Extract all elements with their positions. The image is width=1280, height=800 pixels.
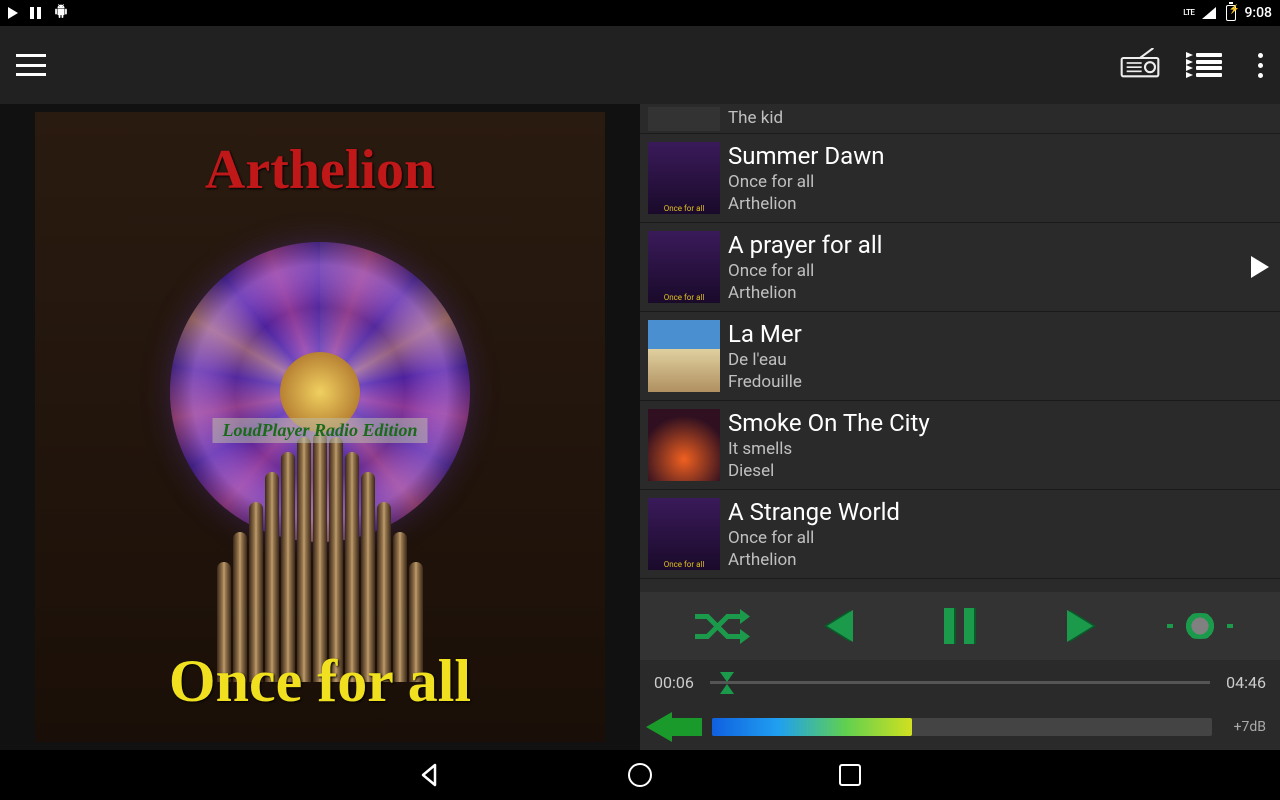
playlist-icon[interactable]: [1188, 53, 1222, 77]
signal-icon: [1202, 7, 1218, 19]
track-title: A prayer for all: [728, 231, 1240, 259]
play-notification-icon: [8, 7, 18, 19]
seek-thumb-icon[interactable]: [720, 672, 734, 694]
track-thumbnail: [648, 409, 720, 481]
playback-controls: [640, 592, 1280, 660]
track-row[interactable]: A prayer for allOnce for allArthelion: [640, 223, 1280, 312]
album-artist-overlay: Arthelion: [35, 138, 605, 202]
track-artist: Arthelion: [728, 283, 1240, 303]
track-album: It smells: [728, 439, 1240, 459]
android-debug-icon: [53, 4, 69, 22]
play-icon: [1251, 256, 1269, 278]
track-title: La Mer: [728, 320, 1240, 348]
nav-home-button[interactable]: [625, 760, 655, 790]
volume-decrease-icon[interactable]: [646, 712, 702, 742]
overflow-menu-icon[interactable]: [1250, 53, 1270, 78]
track-row[interactable]: Summer DawnOnce for allArthelion: [640, 134, 1280, 223]
track-artist: Fredouille: [728, 372, 1240, 392]
volume-fill: [712, 718, 912, 736]
app-toolbar: [0, 26, 1280, 104]
track-thumbnail: [648, 231, 720, 303]
total-time: 04:46: [1222, 673, 1266, 692]
menu-hamburger-icon[interactable]: [16, 54, 46, 76]
battery-icon: [1226, 5, 1236, 21]
track-row[interactable]: The kid: [640, 104, 1280, 134]
track-info: Summer DawnOnce for allArthelion: [728, 138, 1240, 219]
shuffle-button[interactable]: [690, 601, 750, 651]
android-nav-bar: [0, 750, 1280, 800]
elapsed-time: 00:06: [654, 673, 698, 692]
nav-recent-button[interactable]: [835, 760, 865, 790]
track-list[interactable]: The kidSummer DawnOnce for allArthelionA…: [640, 104, 1280, 592]
track-thumbnail: [648, 107, 720, 131]
visualizer-button[interactable]: [1170, 601, 1230, 651]
track-album: Once for all: [728, 528, 1240, 548]
track-title: A Strange World: [728, 498, 1240, 526]
track-title: Smoke On The City: [728, 409, 1240, 437]
track-info: A Strange WorldOnce for allArthelion: [728, 494, 1240, 575]
radio-icon[interactable]: [1120, 48, 1160, 82]
track-album: Once for all: [728, 261, 1240, 281]
android-status-bar: LTE 9:08: [0, 0, 1280, 26]
track-artist: The kid: [728, 108, 1240, 128]
track-artist: Arthelion: [728, 194, 1240, 214]
track-artist: Arthelion: [728, 550, 1240, 570]
seek-bar[interactable]: [710, 681, 1210, 684]
album-title-overlay: Once for all: [35, 647, 605, 716]
pause-button[interactable]: [930, 601, 990, 651]
track-info: A prayer for allOnce for allArthelion: [728, 227, 1240, 308]
track-row[interactable]: La MerDe l'eauFredouille: [640, 312, 1280, 401]
network-label: LTE: [1183, 9, 1194, 17]
track-info: La MerDe l'eauFredouille: [728, 316, 1240, 397]
previous-button[interactable]: [810, 601, 870, 651]
track-title: Summer Dawn: [728, 142, 1240, 170]
album-art-pane[interactable]: Arthelion LoudPlayer Radio Edition Once …: [0, 104, 640, 750]
edition-badge: LoudPlayer Radio Edition: [212, 418, 427, 443]
track-album: De l'eau: [728, 350, 1240, 370]
track-row[interactable]: A Strange WorldOnce for allArthelion: [640, 490, 1280, 579]
track-row[interactable]: Smoke On The CityIt smellsDiesel: [640, 401, 1280, 490]
volume-db-label: +7dB: [1222, 719, 1266, 735]
volume-bar[interactable]: [712, 718, 1212, 736]
next-button[interactable]: [1050, 601, 1110, 651]
track-info: The kid: [728, 104, 1240, 132]
track-album: Once for all: [728, 172, 1240, 192]
track-thumbnail: [648, 320, 720, 392]
track-info: Smoke On The CityIt smellsDiesel: [728, 405, 1240, 486]
pause-notification-icon: [30, 7, 41, 19]
seek-bar-row: 00:06 04:46: [640, 660, 1280, 704]
track-artist: Diesel: [728, 461, 1240, 481]
volume-row: +7dB: [640, 704, 1280, 750]
track-thumbnail: [648, 498, 720, 570]
clock: 9:08: [1244, 5, 1272, 21]
now-playing-indicator: [1240, 256, 1280, 278]
nav-back-button[interactable]: [415, 760, 445, 790]
track-thumbnail: [648, 142, 720, 214]
